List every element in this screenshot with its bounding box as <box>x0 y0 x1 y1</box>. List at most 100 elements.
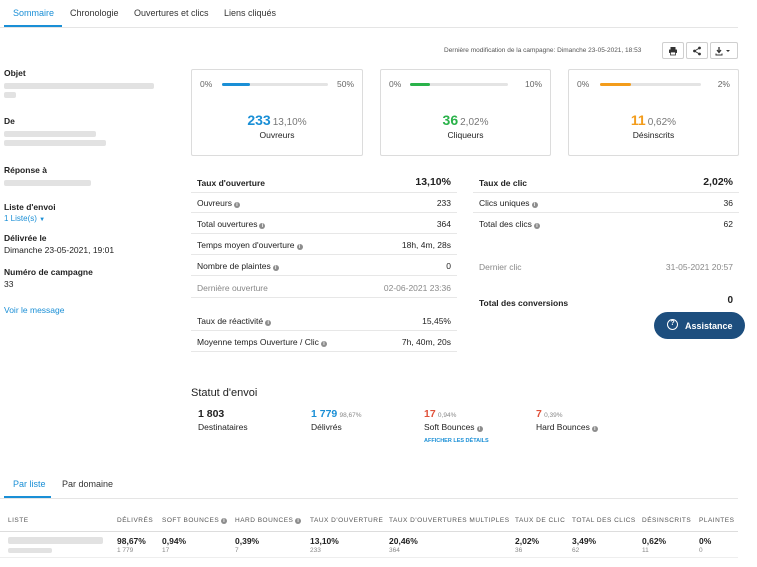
card-value: 11 <box>630 112 646 128</box>
tds-soft: 17 <box>162 547 170 554</box>
envoi-soft-bounces: 17 0,94% Soft Bounces i AFFICHER LES DÉTA… <box>424 408 489 444</box>
download-icon <box>715 47 730 56</box>
td-hard: 0,39% <box>235 536 260 546</box>
card-label: Ouvreurs <box>259 130 295 140</box>
tab-chronologie[interactable]: Chronologie <box>70 8 119 18</box>
card-min: 0% <box>200 79 213 89</box>
card-min: 0% <box>577 79 590 89</box>
liste-value[interactable]: 1 Liste(s) <box>4 214 37 223</box>
td-plaintes: 0% <box>699 536 712 546</box>
info-icon[interactable]: i <box>533 223 540 229</box>
th-total-clics: TOTAL DES CLICS <box>572 517 636 524</box>
tab-ouvertures-clics[interactable]: Ouvertures et clics <box>134 8 209 18</box>
active-tab-indicator <box>4 496 51 498</box>
th-plaintes: PLAINTES <box>699 517 735 524</box>
open-row-plaintes: Nombre de plaintes i 0 <box>191 255 457 276</box>
table-row[interactable] <box>0 531 738 558</box>
tds-hard: 7 <box>235 547 239 554</box>
info-icon[interactable]: i <box>233 202 240 208</box>
card-cliqueurs: 0% 10% 36 2,02% Cliqueurs <box>380 69 551 156</box>
card-label: Cliqueurs <box>447 130 484 140</box>
info-icon[interactable]: i <box>221 518 228 524</box>
open-row-total: Total ouvertures i 364 <box>191 213 457 234</box>
bottom-tabs: Par liste Par domaine <box>0 474 738 499</box>
th-hard: HARD BOUNCES i <box>235 517 302 524</box>
tds-taux-clic: 36 <box>515 547 523 554</box>
info-icon[interactable]: i <box>265 320 272 326</box>
td-total-clics: 3,49% <box>572 536 597 546</box>
last-modified: Dernière modification de la campagne: Di… <box>444 47 641 54</box>
th-desinscrits: DÉSINSCRITS <box>642 517 692 524</box>
numero-value: 33 <box>4 279 14 289</box>
info-icon[interactable]: i <box>476 426 483 432</box>
open-row-derniere: Dernière ouverture 02-06-2021 23:36 <box>191 277 457 298</box>
info-icon[interactable]: i <box>259 223 266 229</box>
active-tab-indicator <box>4 25 62 27</box>
td-desinscrits: 0,62% <box>642 536 667 546</box>
tds-plaintes: 0 <box>699 547 703 554</box>
liste-dropdown[interactable]: 1 Liste(s) ▼ <box>4 214 174 223</box>
assistance-button[interactable]: ? Assistance <box>654 312 745 339</box>
download-button[interactable] <box>710 42 738 59</box>
envoi-hard-bounces: 7 0,39% Hard Bounces i <box>536 408 598 432</box>
share-icon <box>693 46 701 56</box>
td-soft: 0,94% <box>162 536 187 546</box>
td-delivres: 98,67% <box>117 536 146 546</box>
click-row-dernier: Dernier clic 31-05-2021 20:57 <box>479 262 733 272</box>
card-min: 0% <box>389 79 402 89</box>
tds-desinscrits: 11 <box>642 547 649 554</box>
print-button[interactable] <box>662 42 684 59</box>
open-row-moyenne: Moyenne temps Ouverture / Clic i 7h, 40m, … <box>191 331 457 352</box>
info-icon[interactable]: i <box>591 426 598 432</box>
top-tabs: Sommaire Chronologie Ouvertures et clics… <box>0 0 738 28</box>
voir-message-link[interactable]: Voir le message <box>4 305 174 315</box>
open-row-reactivite: Taux de réactivité i 15,45% <box>191 310 457 331</box>
help-icon: ? <box>667 319 678 330</box>
info-icon[interactable]: i <box>296 244 303 250</box>
progress-fill <box>222 83 250 86</box>
card-pct: 13,10% <box>272 117 307 128</box>
progress-bar <box>600 83 701 86</box>
progress-fill <box>600 83 632 86</box>
th-taux-clic: TAUX DE CLIC <box>515 517 566 524</box>
info-icon[interactable]: i <box>320 341 327 347</box>
delivree-label: Délivrée le <box>4 233 47 243</box>
card-max: 50% <box>336 79 354 89</box>
th-taux-ouverture: TAUX D'OUVERTURE <box>310 517 384 524</box>
tds-taux-ouverture: 233 <box>310 547 321 554</box>
tds-total-clics: 62 <box>572 547 580 554</box>
card-max: 2% <box>717 79 730 89</box>
campaign-info: Objet De Réponse à Liste d'envoi 1 Liste… <box>4 68 174 315</box>
click-row-uniques: Clics uniques i 36 <box>473 192 739 213</box>
tds-delivres: 1 779 <box>117 547 134 554</box>
caret-down-icon: ▼ <box>39 217 46 223</box>
info-icon[interactable]: i <box>531 202 538 208</box>
open-row-temps: Temps moyen d'ouverture i 18h, 4m, 28s <box>191 234 457 255</box>
click-row-conversions: Total des conversions 0 <box>479 295 733 308</box>
progress-bar <box>410 83 508 86</box>
open-row-ouvreurs: Ouvreurs i 233 <box>191 192 457 213</box>
tab-liens-cliques[interactable]: Liens cliqués <box>224 8 276 18</box>
card-value: 36 <box>442 112 459 128</box>
td-taux-clic: 2,02% <box>515 536 540 546</box>
tab-sommaire[interactable]: Sommaire <box>13 8 54 18</box>
progress-fill <box>410 83 430 86</box>
objet-label: Objet <box>4 68 26 78</box>
tab-par-domaine[interactable]: Par domaine <box>62 479 113 489</box>
last-modified-value: Dimanche 23-05-2021, 18:53 <box>557 47 642 54</box>
card-label: Désinscrits <box>632 130 675 140</box>
de-redacted <box>4 131 96 137</box>
info-icon[interactable]: i <box>272 265 279 271</box>
card-pct: 0,62% <box>647 117 677 128</box>
assistance-label: Assistance <box>685 321 733 331</box>
last-modified-label: Dernière modification de la campagne: <box>444 47 556 54</box>
th-ouvertures-multiples: TAUX D'OUVERTURES MULTIPLES <box>389 517 510 524</box>
tds-ouvertures-multiples: 364 <box>389 547 400 554</box>
info-icon[interactable]: i <box>295 518 302 524</box>
share-button[interactable] <box>686 42 708 59</box>
tab-par-liste[interactable]: Par liste <box>13 479 46 489</box>
numero-label: Numéro de campagne <box>4 267 93 277</box>
card-desinscrits: 0% 2% 11 0,62% Désinscrits <box>568 69 739 156</box>
envoi-delivres: 1 779 98,67% Délivrés <box>311 408 362 432</box>
afficher-details-link[interactable]: AFFICHER LES DÉTAILS <box>424 438 489 444</box>
